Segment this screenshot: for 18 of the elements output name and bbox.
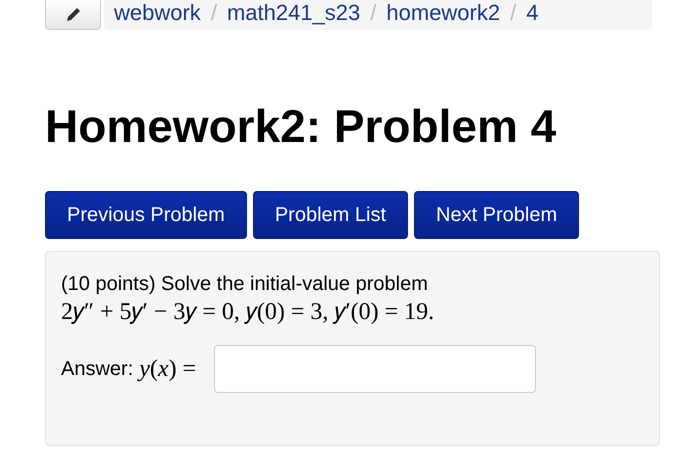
breadcrumb-separator: / bbox=[210, 2, 217, 24]
breadcrumb-separator: / bbox=[510, 2, 516, 24]
pencil-icon bbox=[65, 6, 81, 22]
breadcrumb-link[interactable]: math241_s23 bbox=[226, 2, 360, 24]
edit-button[interactable] bbox=[45, 0, 101, 30]
answer-label: Answer: bbox=[61, 358, 134, 380]
nav-button[interactable]: Next Problem bbox=[414, 191, 580, 239]
breadcrumb-link[interactable]: 4 bbox=[526, 2, 538, 24]
answer-math: y(x) = bbox=[139, 356, 196, 382]
page-title: Homework2: Problem 4 bbox=[45, 99, 556, 154]
breadcrumb-link[interactable]: homework2 bbox=[386, 2, 500, 24]
equation-text: 2𝑦″ + 5𝑦′ − 3𝑦 = 0, 𝑦(0) = 3, 𝑦′(0) = 19. bbox=[61, 298, 434, 327]
breadcrumb-link[interactable]: webwork bbox=[114, 2, 201, 24]
answer-field[interactable] bbox=[214, 345, 536, 393]
nav-button[interactable]: Problem List bbox=[252, 191, 408, 239]
breadcrumb-separator: / bbox=[370, 2, 376, 24]
nav-button[interactable]: Previous Problem bbox=[45, 191, 247, 239]
problem-statement: (10 points) Solve the initial-value problem bbox=[61, 272, 429, 297]
